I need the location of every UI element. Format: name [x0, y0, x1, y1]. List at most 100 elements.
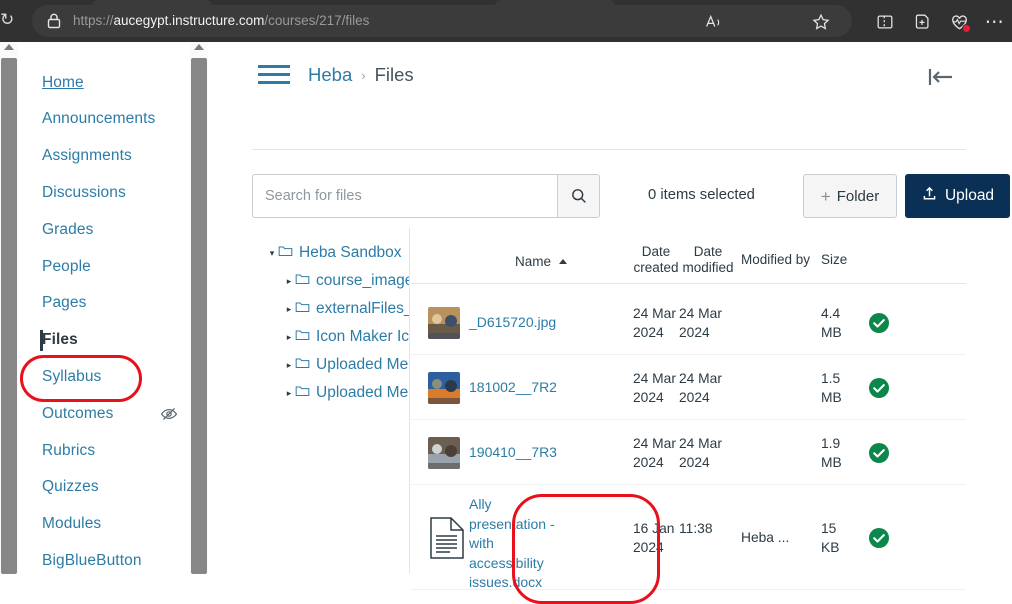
collapse-panel-icon[interactable] [925, 64, 955, 90]
file-name-link[interactable]: 190410__7R3 [469, 443, 569, 463]
tree-caret-icon[interactable]: ▸ [283, 304, 295, 315]
folder-tree: ▾ Heba Sandbox ▸ course_image ▸ externalFiles… [252, 228, 410, 574]
sidebar-item-label: Assignments [42, 147, 132, 165]
folder-tree-item[interactable]: ▸ Uploaded Me [252, 379, 408, 407]
lock-icon[interactable] [44, 11, 64, 31]
browser-essentials-icon[interactable] [946, 9, 972, 35]
column-header-modified-by[interactable]: Modified by [741, 252, 810, 268]
sidebar-item-label: BigBlueButton [42, 551, 142, 569]
eye-off-icon [160, 405, 178, 423]
folder-tree-item[interactable]: ▸ Uploaded Me [252, 351, 408, 379]
files-table: Name Date created Date modified Modified… [411, 228, 966, 590]
scrollbar-thumb[interactable] [191, 58, 207, 574]
sidebar-item-grades[interactable]: Grades [18, 211, 190, 248]
file-name-link[interactable]: 181002__7R2 [469, 378, 569, 398]
file-modified-by: Heba ... [741, 529, 790, 545]
published-check-icon[interactable] [868, 527, 890, 549]
notification-badge [962, 24, 971, 33]
upload-arrow-icon [921, 185, 938, 207]
add-folder-label: Folder [836, 187, 880, 205]
search-input[interactable] [252, 174, 557, 218]
plus-icon: + [820, 186, 831, 206]
published-check-icon[interactable] [868, 312, 890, 334]
sidebar-item-label: Modules [42, 515, 102, 533]
tree-caret-icon[interactable]: ▸ [283, 276, 295, 287]
column-header-size[interactable]: Size [821, 252, 847, 268]
folder-tree-item[interactable]: ▸ course_image [252, 267, 410, 295]
sidebar-item-pages[interactable]: Pages [18, 285, 190, 322]
folder-icon [295, 384, 310, 403]
files-main-content: Heba › Files 0 items selected [208, 42, 1012, 590]
file-name-link[interactable]: _D615720.jpg [469, 313, 569, 333]
tree-caret-icon[interactable]: ▸ [283, 332, 295, 343]
items-selected-status: 0 items selected [648, 187, 755, 203]
folder-tree-label: Icon Maker Ic [316, 328, 410, 345]
read-aloud-icon[interactable] [700, 9, 726, 35]
table-row[interactable]: 190410__7R3 24 Mar 2024 24 Mar 2024 1.9 MB [411, 420, 966, 485]
image-thumbnail [428, 306, 460, 339]
scrollbar-thumb[interactable] [1, 58, 17, 574]
published-check-icon[interactable] [868, 377, 890, 399]
nav-scrollbar[interactable] [190, 42, 208, 574]
folder-tree-item[interactable]: ▸ externalFiles_ [252, 295, 409, 323]
file-date-modified: 24 Mar 2024 [679, 435, 722, 470]
sidebar-item-people[interactable]: People [18, 248, 190, 285]
image-thumbnail [428, 436, 460, 469]
file-size: 15 KB [821, 520, 840, 555]
file-size: 4.4 MB [821, 305, 842, 340]
folder-tree-label: Uploaded Me [316, 356, 409, 373]
file-date-created: 24 Mar 2024 [633, 305, 676, 340]
sidebar-item-label: Announcements [42, 110, 156, 128]
sidebar-item-announcements[interactable]: Announcements [18, 101, 190, 138]
star-icon[interactable] [808, 9, 834, 35]
folder-tree-item[interactable]: ▾ Heba Sandbox [252, 239, 402, 267]
file-name-link[interactable]: Ally presentation - with accessibility i… [469, 495, 569, 593]
sidebar-item-files[interactable]: Files [18, 322, 190, 359]
file-date-created: 24 Mar 2024 [633, 435, 676, 470]
sidebar-item-outcomes[interactable]: Outcomes [18, 395, 190, 432]
browser-toolbar: ↻ https://aucegypt.instructure.com/cours… [0, 0, 1012, 42]
folder-tree-item[interactable]: ▸ Icon Maker Ic [252, 323, 409, 351]
file-date-modified: 24 Mar 2024 [679, 305, 722, 340]
folder-tree-label: course_image [316, 272, 410, 289]
table-row[interactable]: Ally presentation - with accessibility i… [411, 485, 966, 590]
tree-caret-icon[interactable]: ▸ [283, 388, 295, 399]
sidebar-item-modules[interactable]: Modules [18, 506, 190, 543]
folder-icon [278, 244, 293, 263]
hamburger-menu-icon[interactable] [258, 64, 290, 86]
folder-icon [295, 356, 310, 375]
column-header-date-created[interactable]: Date created [633, 244, 679, 276]
published-check-icon[interactable] [868, 442, 890, 464]
image-thumbnail [428, 371, 460, 404]
sidebar-item-assignments[interactable]: Assignments [18, 138, 190, 175]
window-scrollbar[interactable] [0, 42, 18, 574]
active-indicator [40, 329, 43, 351]
upload-button[interactable]: Upload [905, 174, 1010, 218]
url-host: aucegypt.instructure.com [113, 13, 265, 28]
tree-caret-icon[interactable]: ▸ [283, 360, 295, 371]
scroll-up-arrow-icon[interactable] [194, 44, 204, 50]
search-button[interactable] [557, 174, 600, 218]
split-screen-icon[interactable] [872, 9, 898, 35]
file-date-created: 24 Mar 2024 [633, 370, 676, 405]
sidebar-item-label: Files [42, 331, 78, 349]
breadcrumb-root[interactable]: Heba [308, 64, 352, 86]
page-body: Home Announcements Assignments Discussions G… [0, 42, 1012, 604]
add-folder-button[interactable]: + Folder [803, 174, 897, 218]
column-header-name[interactable]: Name [515, 254, 567, 270]
add-to-collections-icon[interactable] [909, 9, 935, 35]
tree-caret-icon[interactable]: ▾ [266, 248, 278, 259]
table-row[interactable]: 181002__7R2 24 Mar 2024 24 Mar 2024 1.5 MB [411, 355, 966, 420]
partial-reload-icon[interactable]: ↻ [0, 8, 18, 32]
table-row[interactable]: _D615720.jpg 24 Mar 2024 24 Mar 2024 4.4 MB [411, 290, 966, 355]
file-date-created: 16 Jan 2024 [633, 520, 675, 555]
folder-tree-label: Uploaded Me [316, 384, 409, 401]
sidebar-item-rubrics[interactable]: Rubrics [18, 432, 190, 469]
scroll-up-arrow-icon[interactable] [4, 44, 14, 50]
more-options-icon[interactable]: ⋯ [982, 9, 1008, 35]
sidebar-item-syllabus[interactable]: Syllabus [18, 358, 190, 395]
sidebar-item-home[interactable]: Home [18, 64, 190, 101]
column-header-date-modified[interactable]: Date modified [679, 244, 737, 276]
sidebar-item-quizzes[interactable]: Quizzes [18, 469, 190, 506]
sidebar-item-discussions[interactable]: Discussions [18, 174, 190, 211]
